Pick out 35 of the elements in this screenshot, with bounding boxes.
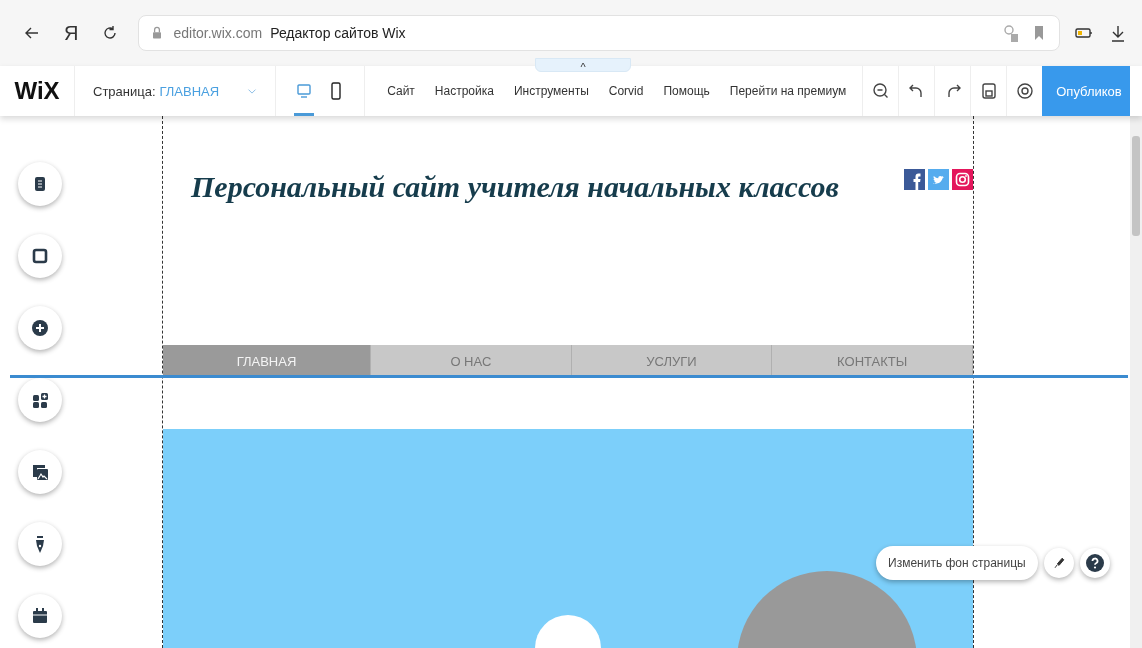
add-tool-button[interactable]: [18, 306, 62, 350]
background-tool-button[interactable]: [18, 234, 62, 278]
help-icon: [1084, 553, 1105, 573]
plus-circle-icon: [30, 318, 50, 338]
square-icon: [30, 246, 50, 266]
calendar-tool-button[interactable]: [18, 594, 62, 638]
pages-tool-button[interactable]: [18, 162, 62, 206]
logo[interactable]: WiX: [0, 66, 75, 116]
menu-item[interactable]: Перейти на премиум: [719, 80, 857, 102]
menu-item[interactable]: Corvid: [598, 80, 654, 102]
help-button[interactable]: [1079, 548, 1110, 578]
apps-tool-button[interactable]: [18, 378, 62, 422]
collapse-tab[interactable]: ^: [535, 58, 632, 72]
blog-tool-button[interactable]: [18, 522, 62, 566]
menu-item[interactable]: Сайт: [377, 80, 425, 102]
f-letter-icon[interactable]: [904, 169, 925, 190]
key-icon: [1001, 23, 1021, 43]
menu-item[interactable]: Помощь: [653, 80, 720, 102]
apps-plus-icon: [30, 390, 50, 410]
image-icon: [30, 462, 50, 482]
menu-item[interactable]: Настройка: [424, 80, 504, 102]
url-host: editor.wix.com: [173, 25, 263, 41]
eye-icon: [1014, 81, 1035, 101]
menu-item[interactable]: Инструменты: [503, 80, 599, 102]
browser-logo-button[interactable]: Я: [60, 21, 83, 45]
site-title: Персональный сайт учителя начальных классов: [191, 170, 839, 204]
calendar-icon: [30, 606, 50, 626]
page-selector[interactable]: Страница: ГЛАВНАЯ: [75, 66, 277, 116]
address-bar[interactable]: editor.wix.com Редактор сайтов Wix: [138, 15, 1060, 51]
page-title: Редактор сайтов Wix: [270, 25, 406, 41]
scrollbar[interactable]: [1130, 116, 1142, 648]
change-background-button[interactable]: Изменить фон страницы: [876, 546, 1038, 580]
brush-button[interactable]: [1043, 548, 1074, 578]
media-tool-button[interactable]: [18, 450, 62, 494]
camera-icon[interactable]: [952, 169, 973, 190]
